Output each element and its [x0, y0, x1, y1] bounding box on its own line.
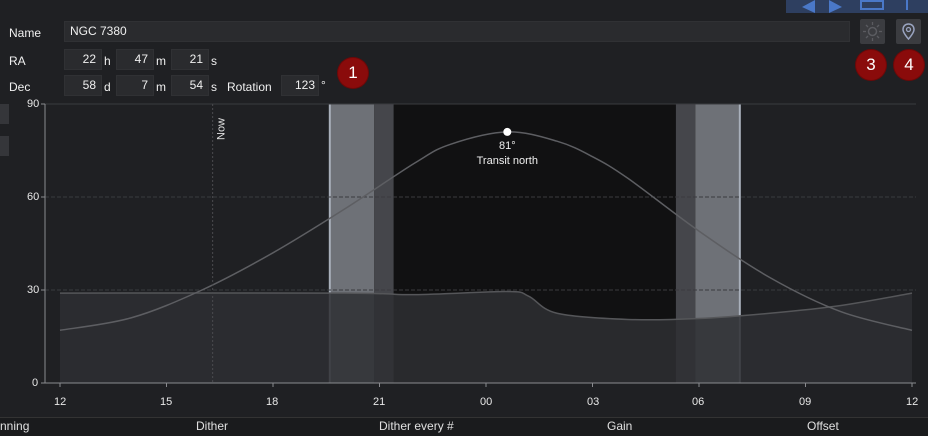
sun-icon [863, 22, 882, 41]
x-tick-label: 21 [373, 396, 386, 408]
ra-hours-unit: h [104, 54, 111, 68]
rotation-label: Rotation [227, 80, 272, 94]
annotation-badge-4: 4 [894, 50, 924, 80]
dec-seconds-unit: s [211, 80, 217, 94]
prev-target-button[interactable] [802, 0, 815, 13]
transit-point [503, 127, 512, 136]
dec-minutes-unit: m [156, 80, 166, 94]
ra-seconds-input[interactable]: 21 [171, 49, 209, 70]
column-header-dither[interactable]: Dither [196, 419, 228, 433]
location-button[interactable] [896, 19, 921, 44]
dec-seconds-input[interactable]: 54 [171, 75, 209, 96]
annotation-badge-3: 3 [856, 50, 886, 80]
left-arrow-icon [802, 0, 815, 13]
sequence-navigation-bar [786, 0, 928, 13]
rotation-unit: ° [321, 78, 326, 92]
x-tick-label: 12 [54, 396, 67, 408]
map-pin-icon [902, 23, 915, 41]
coordinates-from-planetarium-button[interactable] [860, 19, 885, 44]
ra-label: RA [9, 54, 26, 68]
next-target-button[interactable] [829, 0, 842, 13]
altitude-chart: Now 81° Transit north [41, 103, 916, 387]
now-label: Now [216, 118, 228, 140]
ra-seconds-unit: s [211, 54, 217, 68]
x-tick-label: 12 [906, 396, 919, 408]
dec-degrees-unit: d [104, 80, 111, 94]
dec-degrees-input[interactable]: 58 [64, 75, 102, 96]
target-name-input[interactable]: NGC 7380 [64, 21, 850, 42]
x-tick-label: 15 [160, 396, 173, 408]
ra-minutes-input[interactable]: 47 [116, 49, 154, 70]
dec-minutes-input[interactable]: 7 [116, 75, 154, 96]
x-tick-label: 00 [480, 396, 493, 408]
right-arrow-icon [829, 0, 842, 13]
list-button[interactable] [860, 0, 884, 10]
column-header-gain[interactable]: Gain [607, 419, 632, 433]
x-tick-label: 18 [266, 396, 279, 408]
divider-icon [906, 0, 908, 10]
column-header-offset[interactable]: Offset [807, 419, 839, 433]
dec-label: Dec [9, 80, 31, 94]
x-tick-label: 03 [587, 396, 600, 408]
column-header-dither-every[interactable]: Dither every # [379, 419, 454, 433]
list-icon [860, 0, 884, 10]
name-label: Name [9, 26, 42, 40]
rotation-input[interactable]: 123 [281, 75, 319, 96]
annotation-badge-1: 1 [338, 58, 368, 88]
transit-label: Transit north [477, 155, 538, 167]
exposure-table-header [0, 417, 928, 436]
ra-minutes-unit: m [156, 54, 166, 68]
ra-hours-input[interactable]: 22 [64, 49, 102, 70]
x-tick-label: 06 [692, 396, 705, 408]
x-tick-label: 09 [799, 396, 812, 408]
column-header-running[interactable]: nning [0, 419, 29, 433]
transit-altitude-label: 81° [499, 140, 516, 152]
